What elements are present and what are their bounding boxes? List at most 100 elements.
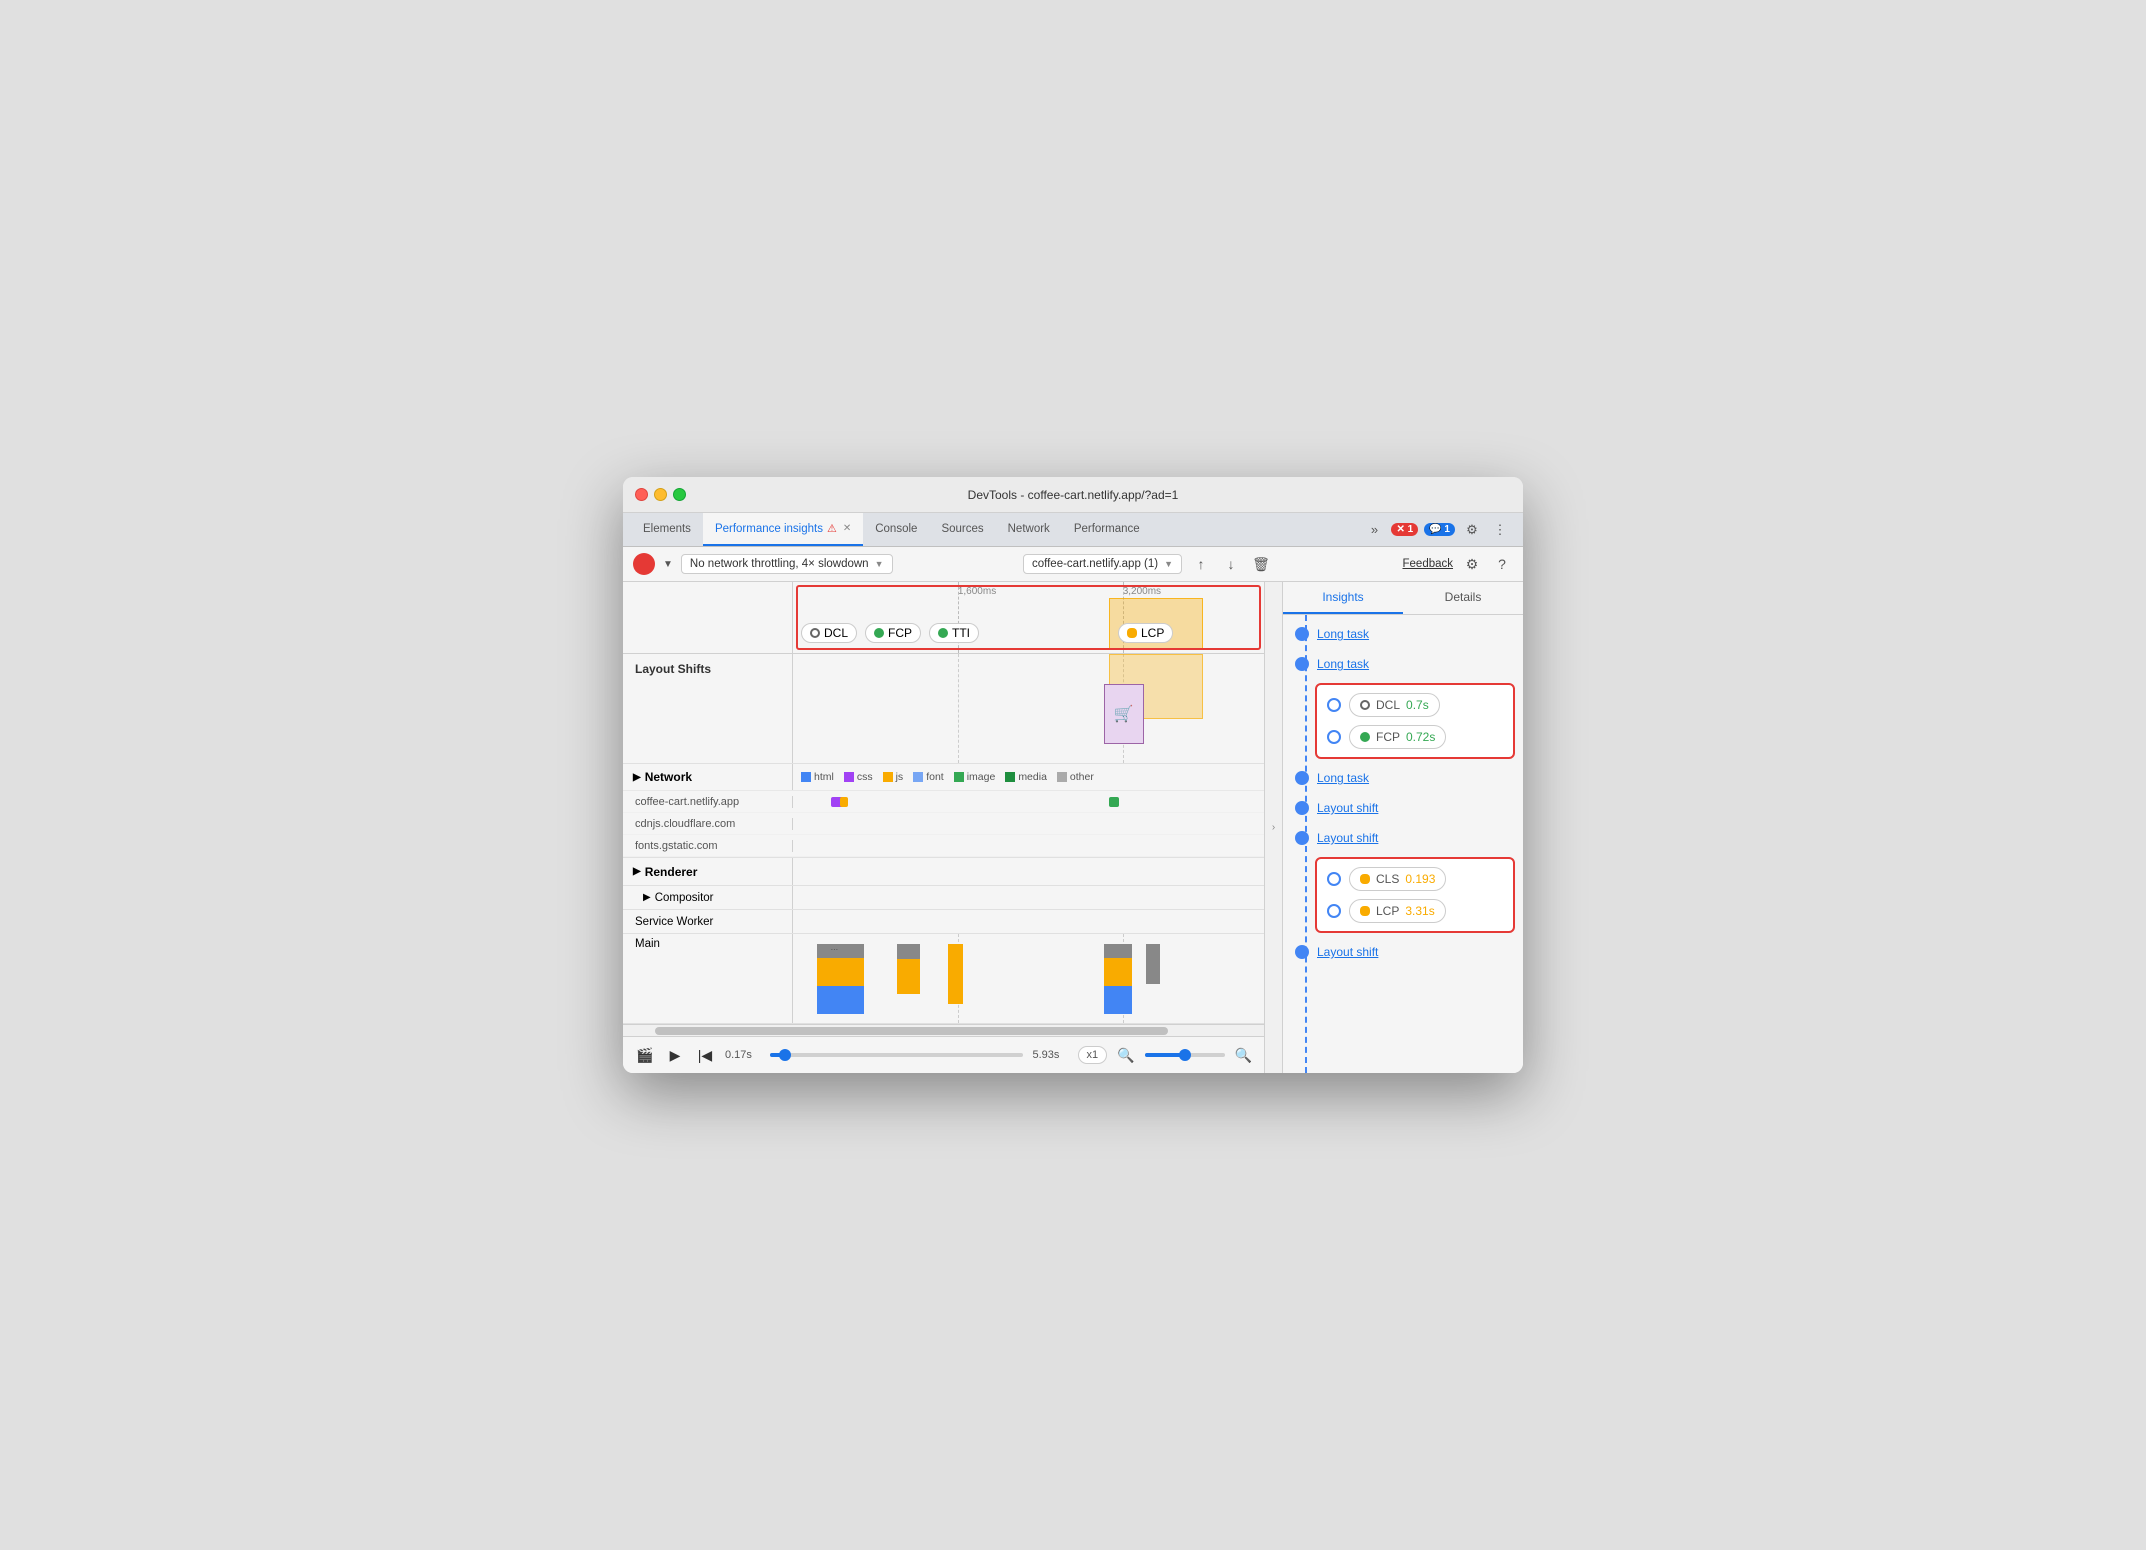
gear-icon[interactable]: ⚙ — [1461, 553, 1483, 575]
network-row-1[interactable]: cdnjs.cloudflare.com — [623, 813, 1264, 835]
playback-thumb[interactable] — [779, 1049, 791, 1061]
insights-tab[interactable]: Insights — [1283, 582, 1403, 614]
insight-long-task-1[interactable]: Long task — [1283, 619, 1523, 649]
playback-slider[interactable] — [770, 1053, 1023, 1057]
layout-shifts-section: Layout Shifts 🛒 — [623, 654, 1264, 764]
ellipsis-label: ... — [831, 942, 839, 952]
maximize-button[interactable] — [673, 488, 686, 501]
insight-lcp-item: LCP 3.31s — [1321, 895, 1509, 927]
tab-elements[interactable]: Elements — [631, 513, 703, 546]
layout-shift-link-2[interactable]: Layout shift — [1317, 831, 1378, 845]
compositor-row: ▶ Compositor — [623, 886, 1264, 910]
insight-layout-shift-3[interactable]: Layout shift — [1283, 937, 1523, 967]
long-task-link-2[interactable]: Long task — [1317, 657, 1369, 671]
zoom-in-icon[interactable]: 🔍 — [1235, 1047, 1252, 1064]
delete-icon[interactable]: 🗑 — [1250, 553, 1272, 575]
scrollbar-thumb[interactable] — [655, 1027, 1168, 1035]
renderer-label[interactable]: ▶ Renderer — [623, 858, 793, 885]
tab-network[interactable]: Network — [996, 513, 1062, 546]
chevron-down-icon[interactable]: ▼ — [663, 559, 673, 570]
insight-layout-shift-2[interactable]: Layout shift — [1283, 823, 1523, 853]
image-label: image — [967, 771, 996, 783]
error-badge: ✕ 1 — [1391, 523, 1418, 536]
time-marker-1600: 1,600ms — [958, 586, 996, 597]
skip-back-button[interactable]: |◀ — [695, 1045, 715, 1065]
service-worker-section-label: Service Worker — [635, 916, 713, 928]
tab-close-icon[interactable]: ✕ — [843, 523, 851, 534]
dropdown-arrow-icon: ▼ — [875, 559, 884, 569]
font-dot — [913, 772, 923, 782]
compositor-label[interactable]: ▶ Compositor — [623, 886, 793, 909]
cls-value: 0.193 — [1405, 872, 1435, 886]
zoom-out-icon[interactable]: 🔍 — [1117, 1047, 1134, 1064]
renderer-arrow-icon[interactable]: ▶ — [633, 866, 641, 877]
play-button[interactable]: ▶ — [665, 1045, 685, 1065]
layout-shift-link-1[interactable]: Layout shift — [1317, 801, 1378, 815]
renderer-section-label: Renderer — [645, 865, 698, 879]
minimize-button[interactable] — [654, 488, 667, 501]
network-row-1-content — [793, 813, 1264, 834]
screenshot-button[interactable]: 🎬 — [635, 1045, 655, 1065]
dcl-legend-item: DCL — [801, 623, 857, 643]
speed-badge[interactable]: x1 — [1078, 1046, 1108, 1064]
network-header-row: ▶ Network html css js font image media o… — [623, 764, 1264, 791]
tab-extra-icons: » ✕ 1 💬 1 ⚙ ⋮ — [1359, 513, 1515, 546]
compositor-section-label: Compositor — [655, 892, 714, 904]
horizontal-scrollbar[interactable] — [623, 1024, 1264, 1036]
zoom-slider[interactable] — [1145, 1053, 1225, 1057]
insight-layout-shift-1[interactable]: Layout shift — [1283, 793, 1523, 823]
tab-sources[interactable]: Sources — [929, 513, 995, 546]
tab-performance-insights-label: Performance insights — [715, 523, 823, 535]
tab-console[interactable]: Console — [863, 513, 929, 546]
network-label[interactable]: ▶ Network — [623, 764, 793, 790]
layout-shift-thumbnail: 🛒 — [1104, 684, 1144, 744]
layout-shift-link-3[interactable]: Layout shift — [1317, 945, 1378, 959]
details-tab[interactable]: Details — [1403, 582, 1523, 614]
network-row-0[interactable]: coffee-cart.netlify.app — [623, 791, 1264, 813]
css-label: css — [857, 771, 873, 783]
insight-dot-2 — [1295, 657, 1309, 671]
feedback-button[interactable]: Feedback — [1403, 558, 1454, 570]
insight-cls-item: CLS 0.193 — [1321, 863, 1509, 895]
dcl-key: DCL — [1376, 698, 1400, 712]
compositor-arrow-icon[interactable]: ▶ — [643, 892, 651, 903]
tab-performance-insights[interactable]: Performance insights ⚠ ✕ — [703, 513, 863, 546]
tab-performance[interactable]: Performance — [1062, 513, 1152, 546]
html-dot — [801, 772, 811, 782]
tab-sources-label: Sources — [941, 523, 983, 535]
dcl-label: DCL — [824, 626, 848, 640]
compositor-content — [793, 886, 1264, 909]
close-button[interactable] — [635, 488, 648, 501]
lcp-dot-icon — [1127, 628, 1137, 638]
main-label: Main — [623, 934, 793, 1023]
more-tabs-button[interactable]: » — [1363, 519, 1385, 541]
collapse-arrow-icon[interactable]: ▶ — [633, 772, 641, 783]
network-throttle-dropdown[interactable]: No network throttling, 4× slowdown ▼ — [681, 554, 893, 574]
record-button[interactable] — [633, 553, 655, 575]
zoom-thumb[interactable] — [1179, 1049, 1191, 1061]
collapse-sidebar-button[interactable]: › — [1265, 582, 1283, 1073]
insight-long-task-3[interactable]: Long task — [1283, 763, 1523, 793]
help-icon[interactable]: ? — [1491, 553, 1513, 575]
renderer-section: ▶ Renderer — [623, 858, 1264, 886]
url-dropdown[interactable]: coffee-cart.netlify.app (1) ▼ — [1023, 554, 1182, 574]
main-section-label: Main — [635, 938, 660, 950]
long-task-link-1[interactable]: Long task — [1317, 627, 1369, 641]
upload-icon[interactable]: ↑ — [1190, 553, 1212, 575]
settings-icon[interactable]: ⚙ — [1461, 519, 1483, 541]
tab-bar: Elements Performance insights ⚠ ✕ Consol… — [623, 513, 1523, 547]
lcp-metric-box: LCP 3.31s — [1349, 899, 1446, 923]
long-task-link-3[interactable]: Long task — [1317, 771, 1369, 785]
service-worker-label: Service Worker — [623, 910, 793, 933]
js-dot — [883, 772, 893, 782]
insight-dot-5 — [1295, 831, 1309, 845]
main-row: Main ... — [623, 934, 1264, 1024]
dcl-metric-box: DCL 0.7s — [1349, 693, 1440, 717]
network-row-2[interactable]: fonts.gstatic.com — [623, 835, 1264, 857]
more-options-icon[interactable]: ⋮ — [1489, 519, 1511, 541]
insight-long-task-2[interactable]: Long task — [1283, 649, 1523, 679]
time-start-label: 0.17s — [725, 1049, 760, 1061]
download-icon[interactable]: ↓ — [1220, 553, 1242, 575]
timeline-tracks: 1,600ms 3,200ms DCL — [793, 582, 1264, 653]
network-row-0-label: coffee-cart.netlify.app — [623, 796, 793, 808]
